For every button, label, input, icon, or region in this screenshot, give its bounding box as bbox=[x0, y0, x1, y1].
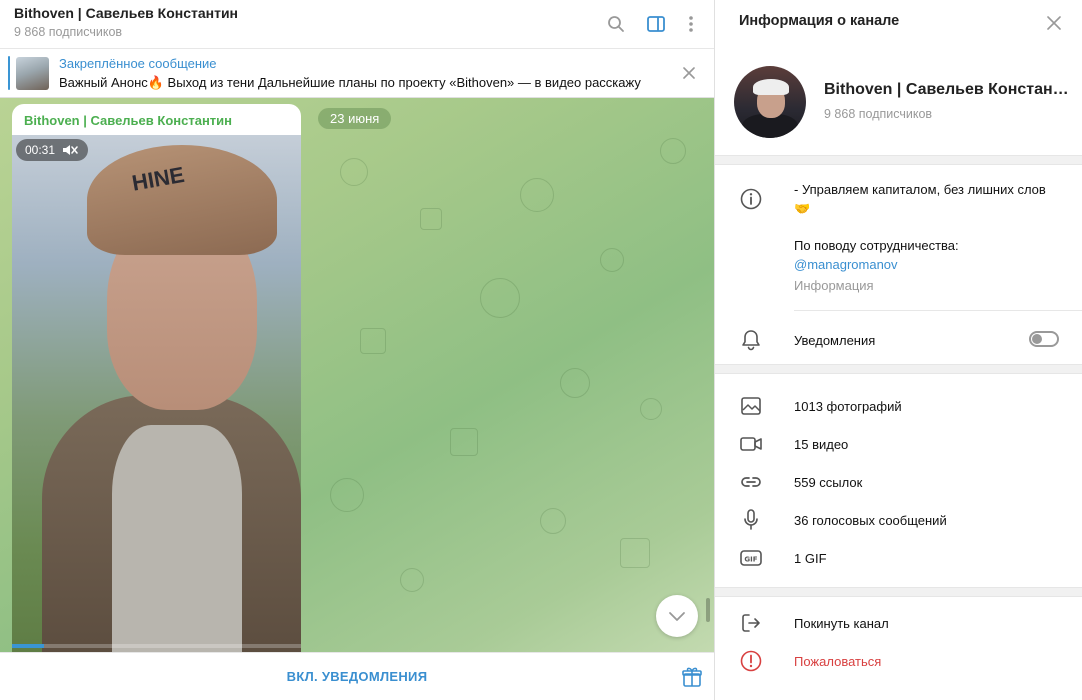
info-panel-title: Информация о канале bbox=[739, 13, 900, 29]
info-close-button[interactable] bbox=[1043, 12, 1065, 34]
more-menu-button[interactable] bbox=[678, 11, 704, 37]
toggle-knob bbox=[1032, 334, 1042, 344]
close-icon bbox=[683, 67, 695, 79]
notifications-row[interactable] bbox=[715, 321, 1082, 359]
chat-scrollbar[interactable] bbox=[706, 598, 710, 622]
more-vertical-icon bbox=[689, 16, 693, 32]
report-channel-label: Пожаловаться bbox=[794, 654, 882, 669]
channel-info-panel: Информация о канале Bithoven | Савельев … bbox=[715, 0, 1082, 700]
chat-panel: Bithoven | Савельев Константин 9 868 под… bbox=[0, 0, 714, 700]
pinned-message-bar[interactable]: Закреплённое сообщение Важный Анонс🔥 Вых… bbox=[0, 49, 714, 98]
doodle-pattern bbox=[360, 328, 386, 354]
doodle-pattern bbox=[620, 538, 650, 568]
avatar-person-cap bbox=[753, 79, 789, 95]
doodle-pattern bbox=[340, 158, 368, 186]
doodle-pattern bbox=[330, 478, 364, 512]
media-row-links[interactable] bbox=[715, 463, 1082, 501]
doodle-pattern bbox=[480, 278, 520, 318]
enable-notifications-button[interactable]: ВКЛ. УВЕДОМЛЕНИЯ bbox=[0, 653, 714, 700]
chat-title[interactable]: Bithoven | Савельев Константин bbox=[14, 5, 238, 21]
leave-channel-label: Покинуть канал bbox=[794, 616, 889, 631]
row-divider bbox=[794, 310, 1082, 311]
doodle-pattern bbox=[660, 138, 686, 164]
video-duration-badge[interactable]: 00:31 bbox=[16, 139, 89, 161]
video-message[interactable]: HINE 00:31 bbox=[12, 135, 301, 652]
media-row-gif[interactable] bbox=[715, 539, 1082, 577]
close-icon bbox=[1047, 16, 1061, 30]
microphone-icon bbox=[739, 508, 763, 532]
video-progress-track[interactable] bbox=[12, 644, 301, 648]
report-icon bbox=[739, 649, 763, 673]
section-separator bbox=[715, 364, 1082, 374]
gif-icon: GIF bbox=[739, 546, 763, 570]
section-separator bbox=[715, 155, 1082, 165]
doodle-pattern bbox=[400, 568, 424, 592]
media-label-voice: 36 голосовых сообщений bbox=[794, 513, 947, 528]
photo-icon bbox=[739, 394, 763, 418]
gift-icon bbox=[682, 667, 702, 687]
media-label-photos: 1013 фотографий bbox=[794, 399, 902, 414]
chat-footer: ВКЛ. УВЕДОМЛЕНИЯ bbox=[0, 652, 714, 700]
chat-background: 23 июня Bithoven | Савельев Константин H… bbox=[0, 98, 714, 652]
doodle-pattern bbox=[520, 178, 554, 212]
pinned-text: Важный Анонс🔥 Выход из тени Дальнейшие п… bbox=[59, 75, 641, 90]
date-badge: 23 июня bbox=[318, 108, 392, 129]
pinned-thumbnail bbox=[16, 57, 49, 90]
link-icon bbox=[739, 470, 763, 494]
gift-button[interactable] bbox=[681, 666, 703, 688]
leave-icon bbox=[739, 611, 763, 635]
media-row-videos[interactable] bbox=[715, 425, 1082, 463]
doodle-pattern bbox=[560, 368, 590, 398]
doodle-pattern bbox=[540, 508, 566, 534]
svg-text:GIF: GIF bbox=[744, 556, 757, 564]
cooperation-text: По поводу сотрудничества: bbox=[794, 238, 959, 253]
notifications-toggle[interactable] bbox=[1029, 331, 1059, 347]
channel-description: - Управляем капиталом, без лишних слов 🤝 bbox=[794, 182, 1046, 216]
doodle-pattern bbox=[640, 398, 662, 420]
video-duration: 00:31 bbox=[25, 143, 56, 157]
message-bubble: Bithoven | Савельев Константин HINE 00:3… bbox=[12, 104, 301, 652]
notifications-label: Уведомления bbox=[794, 333, 876, 348]
scroll-to-bottom-button[interactable] bbox=[656, 595, 698, 637]
message-author[interactable]: Bithoven | Савельев Константин bbox=[24, 113, 232, 128]
leave-channel-row[interactable] bbox=[715, 604, 1082, 642]
section-separator bbox=[715, 587, 1082, 597]
pinned-title: Закреплённое сообщение bbox=[59, 56, 217, 71]
pinned-indicator bbox=[8, 56, 10, 90]
channel-avatar[interactable] bbox=[734, 66, 806, 138]
doodle-pattern bbox=[600, 248, 624, 272]
media-label-videos: 15 видео bbox=[794, 437, 849, 452]
doodle-pattern bbox=[420, 208, 442, 230]
chat-header: Bithoven | Савельев Константин 9 868 под… bbox=[0, 0, 714, 49]
info-icon bbox=[739, 187, 763, 211]
report-channel-row[interactable] bbox=[715, 642, 1082, 680]
media-label-gif: 1 GIF bbox=[794, 551, 827, 566]
chat-subscribers: 9 868 подписчиков bbox=[14, 25, 123, 39]
search-button[interactable] bbox=[603, 11, 629, 37]
channel-subscribers: 9 868 подписчиков bbox=[824, 107, 933, 121]
video-frame-person-shirt bbox=[112, 425, 242, 652]
video-icon bbox=[739, 432, 763, 456]
search-icon bbox=[608, 16, 624, 32]
toggle-info-panel-button[interactable] bbox=[643, 11, 669, 37]
info-caption: Информация bbox=[794, 278, 874, 293]
sidebar-panel-icon bbox=[647, 16, 665, 32]
muted-speaker-icon bbox=[63, 145, 78, 155]
chevron-down-icon bbox=[669, 611, 685, 621]
channel-name: Bithoven | Савельев Константин bbox=[824, 81, 1069, 98]
bell-icon bbox=[739, 328, 763, 352]
contact-link[interactable]: @managromanov bbox=[794, 257, 898, 272]
doodle-pattern bbox=[450, 428, 478, 456]
video-progress-fill bbox=[12, 644, 44, 648]
media-label-links: 559 ссылок bbox=[794, 475, 863, 490]
pinned-close-button[interactable] bbox=[678, 62, 700, 84]
